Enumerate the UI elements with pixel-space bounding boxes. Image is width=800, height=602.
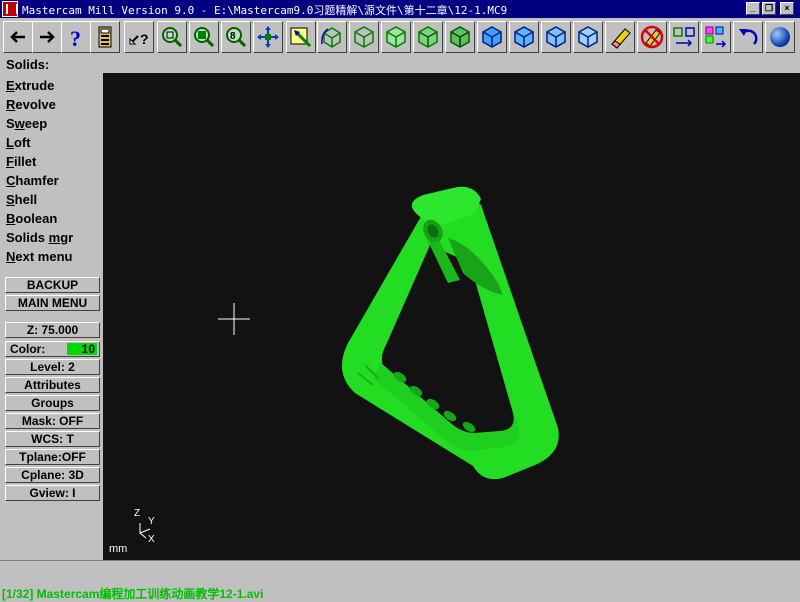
undo-icon[interactable]	[733, 21, 763, 53]
svg-text:?: ?	[140, 31, 149, 47]
cube-blue-3-icon[interactable]	[541, 21, 571, 53]
cube-blue-1-icon[interactable]	[477, 21, 507, 53]
transform-2-icon[interactable]	[701, 21, 731, 53]
sidebar-menu: Extrude Revolve Sweep Loft Fillet Chamfe…	[0, 73, 103, 560]
mask-button[interactable]: Mask: OFF	[5, 413, 100, 429]
backup-button[interactable]: BACKUP	[5, 277, 100, 293]
cube-blue-4-icon[interactable]	[573, 21, 603, 53]
menu-item-shell[interactable]: Shell	[6, 192, 37, 207]
calculator-icon[interactable]	[90, 21, 120, 53]
iso-cube-green-3-icon[interactable]	[445, 21, 475, 53]
color-label: Color:	[10, 342, 46, 356]
axis-y-label: Y	[148, 516, 155, 527]
restore-button[interactable]: ❐	[762, 2, 776, 15]
menu-item-next-menu[interactable]: Next menu	[6, 249, 72, 264]
close-button[interactable]: ×	[780, 2, 794, 15]
menu-item-extrude[interactable]: Extrude	[6, 78, 54, 93]
status-bar: [1/32] Mastercam编程加工训练动画教学12-1.avi	[0, 560, 800, 601]
zoom-fit-icon[interactable]	[189, 21, 219, 53]
cube-blue-2-icon[interactable]	[509, 21, 539, 53]
menu-item-sweep[interactable]: Sweep	[6, 116, 47, 131]
menu-item-fillet[interactable]: Fillet	[6, 154, 36, 169]
transform-1-icon[interactable]	[669, 21, 699, 53]
wireframe-cube-icon[interactable]	[349, 21, 379, 53]
prompt-text: Solids:	[6, 57, 50, 72]
menu-item-solids-mgr[interactable]: Solids mgr	[6, 230, 73, 245]
help-icon[interactable]: ?	[61, 21, 91, 53]
forward-arrow-icon[interactable]	[32, 21, 62, 53]
cplane-button[interactable]: Cplane: 3D	[5, 467, 100, 483]
z-depth-button[interactable]: Z: 75.000	[5, 322, 100, 338]
tplane-button[interactable]: Tplane:OFF	[5, 449, 100, 465]
menu-item-loft[interactable]: Loft	[6, 135, 31, 150]
sphere-icon[interactable]	[765, 21, 795, 53]
no-symbol-icon[interactable]	[637, 21, 667, 53]
select-edit-icon[interactable]	[286, 21, 316, 53]
model-canvas: Z Y X	[134, 186, 559, 545]
eraser-icon[interactable]	[605, 21, 635, 53]
units-label: mm	[109, 543, 128, 555]
rotate-view-icon[interactable]	[317, 21, 347, 53]
axis-x-label: X	[148, 534, 155, 545]
menu-item-boolean[interactable]: Boolean	[6, 211, 57, 226]
query-analyze-icon[interactable]: ?	[124, 21, 154, 53]
window-title: Mastercam Mill Version 9.0 - E:\Masterca…	[22, 4, 508, 17]
back-arrow-icon[interactable]	[3, 21, 33, 53]
menu-item-revolve[interactable]: Revolve	[6, 97, 56, 112]
minimize-button[interactable]: _	[746, 2, 760, 15]
zoom-unzoom-icon[interactable]: 8	[221, 21, 251, 53]
zoom-window-icon[interactable]	[157, 21, 187, 53]
video-subtitle: [1/32] Mastercam编程加工训练动画教学12-1.avi	[2, 587, 264, 601]
groups-button[interactable]: Groups	[5, 395, 100, 411]
level-button[interactable]: Level: 2	[5, 359, 100, 375]
gview-button[interactable]: Gview: I	[5, 485, 100, 501]
color-swatch: 10	[67, 343, 97, 355]
wcs-button[interactable]: WCS: T	[5, 431, 100, 447]
iso-cube-green-2-icon[interactable]	[413, 21, 443, 53]
iso-cube-green-1-icon[interactable]	[381, 21, 411, 53]
svg-text:?: ?	[70, 26, 81, 50]
pan-icon[interactable]	[253, 21, 283, 53]
prompt-area: Solids:	[0, 56, 800, 73]
solid-model-handle	[341, 186, 559, 480]
main-menu-button[interactable]: MAIN MENU	[5, 295, 100, 311]
attributes-button[interactable]: Attributes	[5, 377, 100, 393]
graphics-viewport[interactable]: Z Y X mm	[103, 73, 800, 560]
menu-item-chamfer[interactable]: Chamfer	[6, 173, 59, 188]
toolbar: ? ? 8	[0, 18, 800, 57]
crosshair-cursor	[218, 303, 250, 335]
title-bar: Mastercam Mill Version 9.0 - E:\Masterca…	[0, 0, 800, 18]
color-button[interactable]: Color: 10	[5, 341, 100, 357]
axis-triad: Z Y X	[134, 508, 155, 545]
svg-text:8: 8	[230, 31, 236, 42]
app-icon[interactable]	[2, 1, 18, 17]
axis-z-label: Z	[134, 508, 140, 519]
